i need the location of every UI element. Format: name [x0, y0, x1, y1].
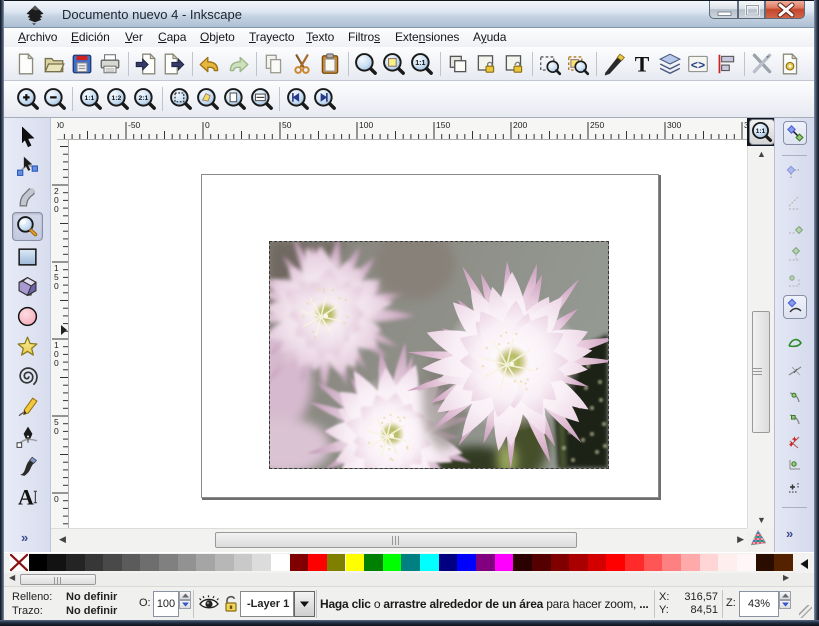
- svg-text:1:1: 1:1: [756, 128, 766, 135]
- svg-text:T: T: [635, 52, 650, 75]
- svg-text:0: 0: [54, 281, 59, 291]
- svg-text:-100: -100: [57, 120, 64, 130]
- svg-text:1:1: 1:1: [415, 59, 425, 67]
- svg-text:250: 250: [590, 120, 604, 130]
- svg-text:350: 350: [744, 120, 747, 130]
- svg-text:100: 100: [359, 120, 373, 130]
- svg-text:2:1: 2:1: [138, 95, 148, 102]
- svg-text:0: 0: [205, 120, 210, 130]
- svg-text:1:2: 1:2: [111, 95, 121, 102]
- svg-text:1:1: 1:1: [84, 95, 94, 102]
- svg-text:300: 300: [667, 120, 681, 130]
- svg-text:150: 150: [436, 120, 450, 130]
- svg-text:50: 50: [282, 120, 292, 130]
- svg-text:-50: -50: [128, 120, 141, 130]
- svg-text:A: A: [18, 485, 34, 508]
- svg-text:0: 0: [54, 204, 59, 214]
- svg-text:0: 0: [54, 426, 59, 436]
- svg-text:200: 200: [513, 120, 527, 130]
- svg-text:0: 0: [54, 358, 59, 368]
- svg-text:0: 0: [54, 494, 59, 504]
- svg-text:<>: <>: [691, 58, 705, 72]
